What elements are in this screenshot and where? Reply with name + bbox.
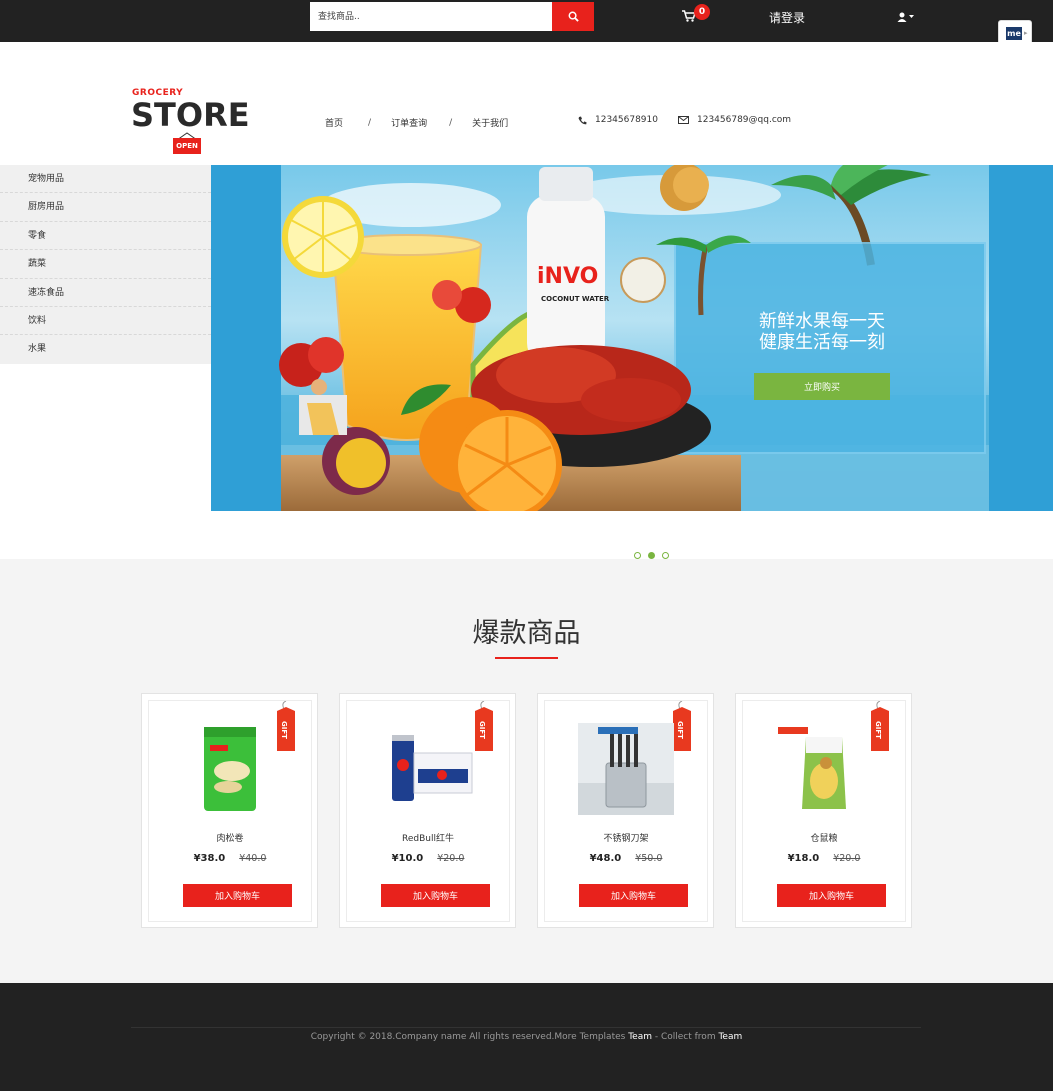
svg-text:GIFT: GIFT: [280, 721, 288, 739]
nav-home[interactable]: 首页: [325, 116, 343, 129]
sidebar-item-drinks[interactable]: 饮料: [0, 307, 211, 336]
banner-slogan-line1: 新鲜水果每一天: [759, 311, 885, 332]
logo-store-text[interactable]: STORE: [131, 97, 250, 133]
price-row: ¥48.0 ¥50.0: [545, 853, 707, 864]
old-price: ¥20.0: [437, 853, 465, 864]
product-card-inner: GIFT 仓鼠粮 ¥18.0 ¥20.0 加入购物车: [742, 700, 906, 922]
price-row: ¥10.0 ¥20.0: [347, 853, 509, 864]
sidebar-item-fruits[interactable]: 水果: [0, 335, 211, 363]
hot-products-section: 爆款商品 GIFT 肉松卷 ¥38.0 ¥40.0 加入购物车 GIFT Red…: [0, 559, 1053, 983]
team-link-1[interactable]: Team: [628, 1032, 652, 1042]
svg-text:GIFT: GIFT: [874, 721, 882, 739]
sidebar-item-frozen-food[interactable]: 速冻食品: [0, 279, 211, 307]
phone-icon: [578, 116, 587, 124]
price-row: ¥18.0 ¥20.0: [743, 853, 905, 864]
nav-about[interactable]: 关于我们: [472, 116, 508, 129]
nav-separator: /: [368, 117, 372, 128]
title-underline: [495, 657, 558, 659]
copyright-text: Copyright © 2018.Company name All rights…: [310, 1032, 626, 1042]
sidebar-item-kitchen[interactable]: 厨房用品: [0, 193, 211, 222]
hero-banner[interactable]: iNVO COCONUT WATER 新鲜水果每一天 健康生活每一刻 立即购买: [211, 165, 1053, 511]
sidebar-item-pet-supplies[interactable]: 宠物用品: [0, 165, 211, 194]
product-card[interactable]: GIFT 肉松卷 ¥38.0 ¥40.0 加入购物车: [141, 693, 318, 928]
svg-text:iNVO: iNVO: [537, 264, 598, 289]
svg-text:GIFT: GIFT: [676, 721, 684, 739]
product-card-inner: GIFT 不锈钢刀架 ¥48.0 ¥50.0 加入购物车: [544, 700, 708, 922]
open-sign-icon: OPEN: [173, 132, 201, 156]
carousel-dots: [634, 552, 669, 559]
user-icon: [897, 12, 907, 22]
expand-arrow-icon[interactable]: ▸: [1024, 29, 1028, 37]
category-sidebar: 宠物用品 厨房用品 零食 蔬菜 速冻食品 饮料 水果: [0, 165, 211, 364]
hamster-food-icon: [778, 727, 846, 809]
snack-bag-icon: [204, 727, 256, 811]
top-bar: 0 请登录: [0, 0, 1053, 42]
add-to-cart-button[interactable]: 加入购物车: [579, 884, 688, 907]
product-name[interactable]: RedBull红牛: [347, 831, 509, 844]
add-to-cart-button[interactable]: 加入购物车: [381, 884, 490, 907]
product-name[interactable]: 不锈钢刀架: [545, 831, 707, 844]
caret-down-icon: [909, 15, 914, 18]
current-price: ¥18.0: [787, 853, 820, 864]
current-price: ¥10.0: [391, 853, 424, 864]
product-card[interactable]: GIFT RedBull红牛 ¥10.0 ¥20.0 加入购物车: [339, 693, 516, 928]
collect-from-text: - Collect from: [652, 1032, 719, 1042]
me-icon[interactable]: me: [1006, 27, 1022, 40]
header: GROCERY STORE OPEN 首页 / 订单查询 / 关于我们 1234…: [0, 42, 1053, 165]
product-name[interactable]: 肉松卷: [149, 831, 311, 844]
banner-artwork: iNVO COCONUT WATER: [211, 165, 1053, 511]
price-row: ¥38.0 ¥40.0: [149, 853, 311, 864]
energy-drink-icon: [392, 735, 473, 801]
buy-now-button[interactable]: 立即购买: [754, 373, 890, 400]
user-menu[interactable]: [897, 10, 919, 24]
cart-count-badge: 0: [694, 4, 710, 20]
add-to-cart-button[interactable]: 加入购物车: [183, 884, 292, 907]
search-icon: [568, 11, 579, 22]
nav-orders[interactable]: 订单查询: [391, 116, 427, 129]
current-price: ¥38.0: [193, 853, 226, 864]
carousel-dot-1[interactable]: [634, 552, 641, 559]
add-to-cart-button[interactable]: 加入购物车: [777, 884, 886, 907]
carousel-dot-3[interactable]: [662, 552, 669, 559]
carousel-dot-2[interactable]: [648, 552, 655, 559]
banner-slogan-line2: 健康生活每一刻: [759, 332, 885, 353]
search-button[interactable]: [552, 2, 594, 31]
current-price: ¥48.0: [589, 853, 622, 864]
nav-separator: /: [449, 117, 453, 128]
open-sign-text: OPEN: [173, 138, 201, 154]
envelope-icon: [678, 116, 689, 124]
knife-rack-icon: [578, 723, 674, 815]
email-address[interactable]: 123456789@qq.com: [697, 115, 791, 125]
product-card[interactable]: GIFT 不锈钢刀架 ¥48.0 ¥50.0 加入购物车: [537, 693, 714, 928]
main-nav: 首页 / 订单查询 / 关于我们: [325, 116, 508, 130]
sidebar-item-vegetables[interactable]: 蔬菜: [0, 250, 211, 279]
banner-slogan: 新鲜水果每一天 健康生活每一刻: [752, 311, 892, 353]
product-name[interactable]: 仓鼠粮: [743, 831, 905, 844]
contact-phone: 12345678910: [578, 115, 658, 125]
old-price: ¥40.0: [239, 853, 267, 864]
section-title: 爆款商品: [472, 618, 581, 649]
product-card-inner: GIFT RedBull红牛 ¥10.0 ¥20.0 加入购物车: [346, 700, 510, 922]
team-link-2[interactable]: Team: [718, 1032, 742, 1042]
login-link[interactable]: 请登录: [769, 9, 805, 26]
product-card[interactable]: GIFT 仓鼠粮 ¥18.0 ¥20.0 加入购物车: [735, 693, 912, 928]
sidebar-item-snacks[interactable]: 零食: [0, 222, 211, 251]
contact-email: 123456789@qq.com: [678, 115, 791, 125]
phone-number: 12345678910: [595, 115, 658, 125]
footer-divider: [131, 1027, 921, 1028]
old-price: ¥50.0: [635, 853, 663, 864]
search-input[interactable]: [310, 2, 552, 31]
svg-text:COCONUT WATER: COCONUT WATER: [541, 295, 610, 303]
footer-copyright: Copyright © 2018.Company name All rights…: [0, 1032, 1053, 1042]
footer: Copyright © 2018.Company name All rights…: [0, 983, 1053, 1091]
old-price: ¥20.0: [833, 853, 861, 864]
svg-text:GIFT: GIFT: [478, 721, 486, 739]
product-card-inner: GIFT 肉松卷 ¥38.0 ¥40.0 加入购物车: [148, 700, 312, 922]
